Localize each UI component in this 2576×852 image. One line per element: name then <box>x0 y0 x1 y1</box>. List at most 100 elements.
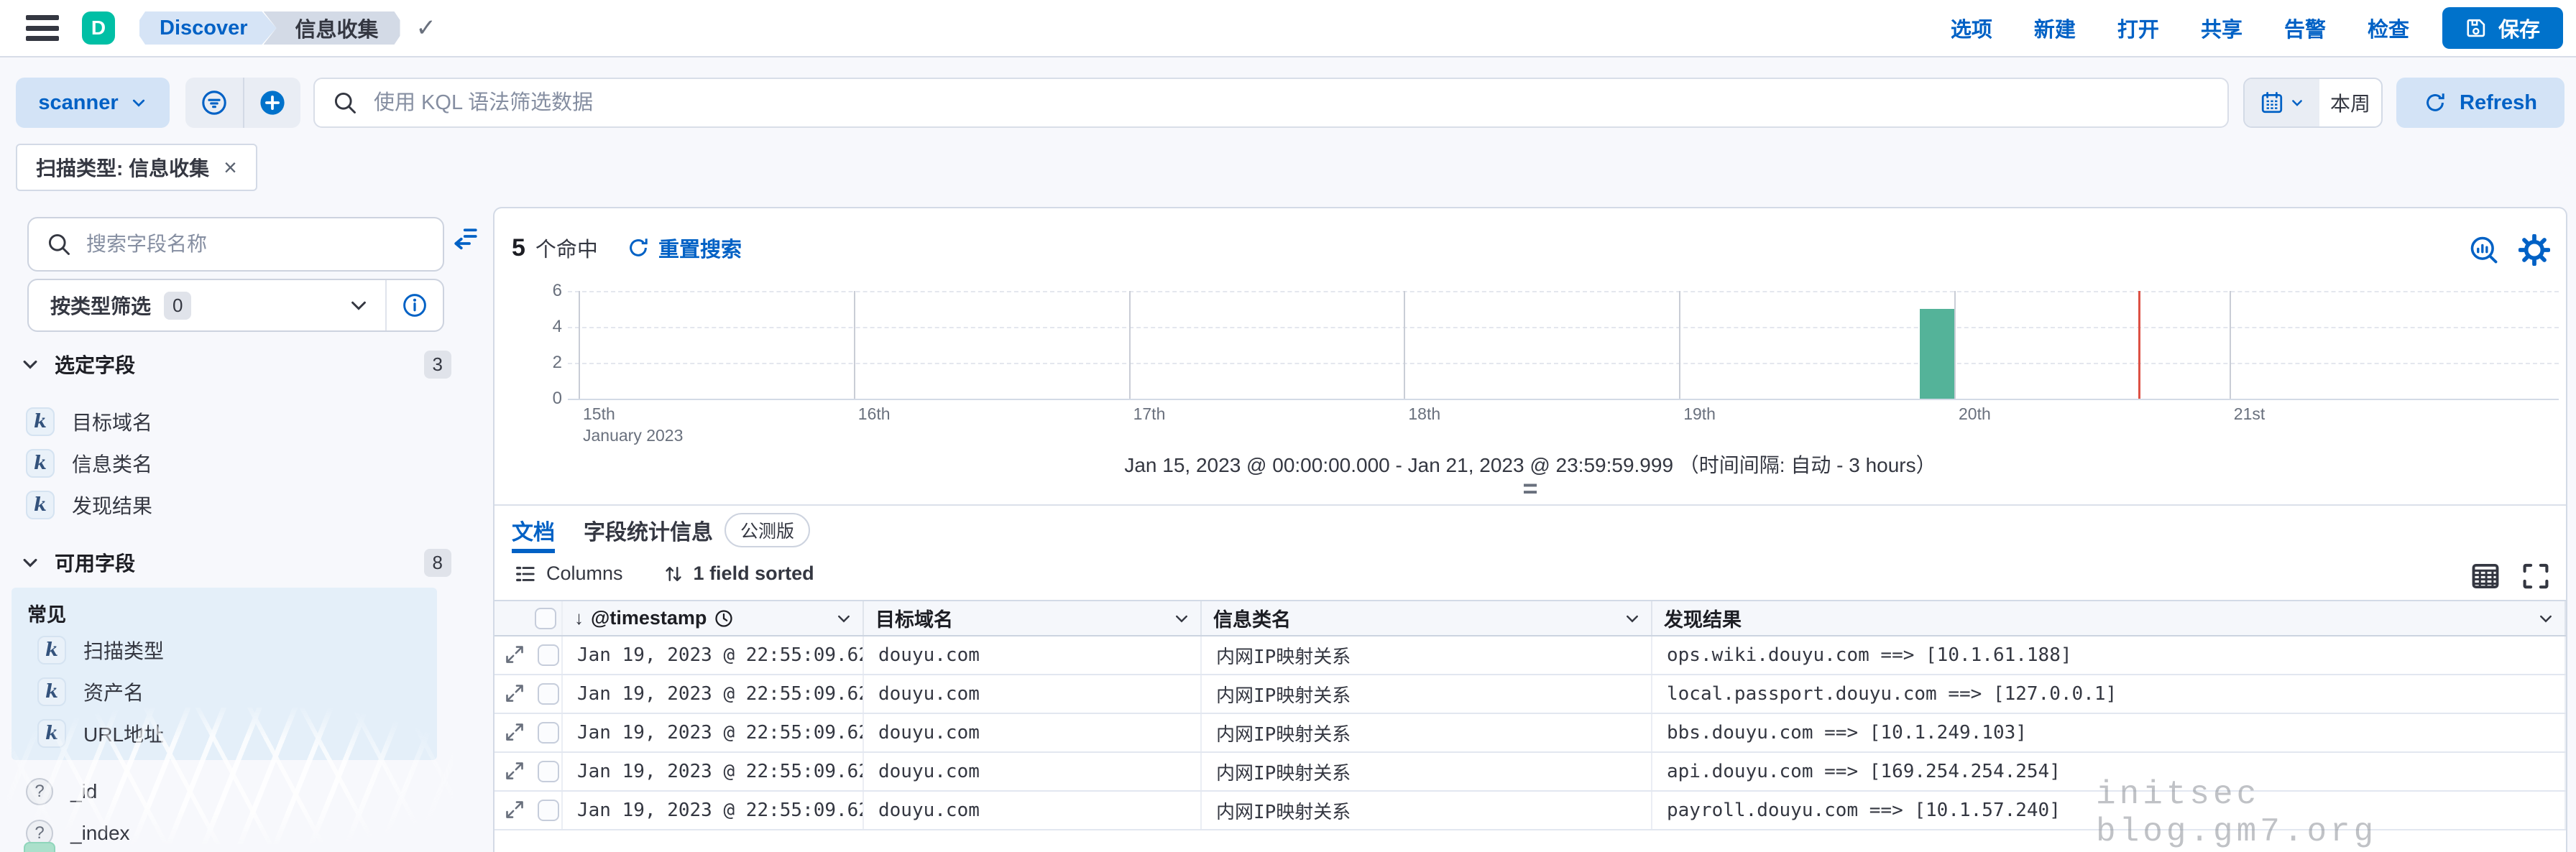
table-header-cell[interactable]: 信息类名 <box>1202 601 1652 635</box>
histogram-plot[interactable]: 0 2 4 6 15th January 2023 16th 17th 18th 19th 20th… <box>553 281 2559 445</box>
topbar-link-3[interactable]: 打开 <box>2117 13 2159 43</box>
tab-documents[interactable]: 文档 <box>512 513 555 553</box>
inspect-icon[interactable] <box>2468 234 2500 266</box>
refresh-icon <box>2424 91 2447 114</box>
row-checkbox[interactable] <box>538 644 559 666</box>
x-axis-tick-label: 15th <box>583 404 615 423</box>
filter-by-type-dropdown[interactable]: 按类型筛选 0 <box>27 279 444 332</box>
field-item[interactable]: k 扫描类型 <box>12 629 437 671</box>
refresh-button[interactable]: Refresh <box>2396 78 2564 128</box>
topbar-link-1[interactable]: 选项 <box>1951 13 1992 43</box>
field-item[interactable]: k 信息类名 <box>0 443 483 484</box>
hits-header: 5 个命中 重置搜索 <box>512 233 742 263</box>
column-label: 发现结果 <box>1664 609 1742 631</box>
cell-target-domain: douyu.com <box>864 714 1202 751</box>
hits-count: 5 <box>512 233 525 261</box>
remove-filter-icon[interactable]: × <box>224 154 237 181</box>
expand-document-icon[interactable] <box>503 721 526 744</box>
row-checkbox[interactable] <box>538 800 559 821</box>
tab-field-statistics[interactable]: 字段统计信息 公测版 <box>584 513 811 553</box>
columns-button[interactable]: Columns <box>510 562 627 585</box>
expand-document-icon[interactable] <box>503 799 526 822</box>
cell-info-type: 内网IP映射关系 <box>1202 714 1652 751</box>
selected-fields-count-badge: 3 <box>423 350 451 379</box>
table-header-cell[interactable]: 发现结果 <box>1652 601 2566 635</box>
fields-sidebar: 按类型筛选 0 选定字段 3 k目标域名k信息类名k发现结果 可用字段 8 常见… <box>0 205 483 852</box>
x-gridline <box>2229 291 2231 399</box>
cell-target-domain: douyu.com <box>864 675 1202 713</box>
breadcrumb-discover[interactable]: Discover <box>139 11 277 45</box>
chevron-down-icon <box>1627 615 1638 622</box>
sort-fields-button[interactable]: 1 field sorted <box>659 562 819 585</box>
add-filter-button[interactable] <box>243 78 300 128</box>
unknown-type-icon: ? <box>26 778 53 805</box>
cell-result: ops.wiki.douyu.com ==> [10.1.61.188] <box>1652 636 2566 674</box>
field-item[interactable]: k 目标域名 <box>0 401 483 443</box>
topbar-link-2[interactable]: 新建 <box>2034 13 2076 43</box>
time-range-label[interactable]: 本周 <box>2319 79 2381 126</box>
row-checkbox[interactable] <box>538 722 559 744</box>
row-controls-cell <box>494 636 563 674</box>
available-fields-header[interactable]: 可用字段 8 <box>0 545 483 580</box>
expand-document-icon[interactable] <box>503 760 526 783</box>
save-button[interactable]: 保存 <box>2442 7 2563 49</box>
x-axis-tick-label: 19th <box>1683 404 1716 423</box>
space-avatar[interactable]: D <box>82 11 115 45</box>
selected-fields-header[interactable]: 选定字段 3 <box>0 346 483 382</box>
table-header-row: ↓ @timestamp 目标域名 信息类名 发现结果 <box>494 601 2566 636</box>
breadcrumb: Discover 信息收集 ✓ <box>139 11 436 45</box>
data-view-picker[interactable]: scanner <box>16 78 170 128</box>
expand-document-icon[interactable] <box>503 644 526 667</box>
saved-query-menu-button[interactable] <box>185 78 243 128</box>
field-name: _index <box>70 822 130 844</box>
results-panel: 5 个命中 重置搜索 0 2 4 6 15th January 2023 16th 17th 1… <box>493 207 2567 852</box>
row-checkbox[interactable] <box>538 761 559 782</box>
table-header-cell[interactable]: 目标域名 <box>864 601 1202 635</box>
select-all-checkbox[interactable] <box>535 607 556 629</box>
y-gridline <box>568 363 2559 364</box>
tab-label: 字段统计信息 <box>584 521 713 545</box>
field-name: 扫描类型 <box>83 640 165 662</box>
breadcrumb-saved-search[interactable]: 信息收集 <box>264 11 400 45</box>
fullscreen-icon[interactable] <box>2520 560 2552 592</box>
info-icon[interactable] <box>387 292 443 318</box>
filter-pill[interactable]: 扫描类型: 信息收集 × <box>16 144 257 191</box>
row-checkbox[interactable] <box>538 683 559 705</box>
topbar-link-4[interactable]: 共享 <box>2201 13 2242 43</box>
top-navigation-bar: D Discover 信息收集 ✓ 选项 新建 打开 共享 告警 检查 保存 <box>0 0 2576 57</box>
field-item[interactable]: k 资产名 <box>12 671 437 713</box>
x-gridline <box>1404 291 1406 399</box>
plus-icon <box>259 89 286 116</box>
field-item[interactable]: k URL地址 <box>12 713 437 754</box>
topbar-link-6[interactable]: 检查 <box>2368 13 2409 43</box>
available-fields-count-badge: 8 <box>423 548 451 577</box>
list-icon <box>516 566 535 581</box>
filter-controls-group <box>185 78 300 128</box>
column-label: 目标域名 <box>875 609 953 631</box>
reset-search-link[interactable]: 重置搜索 <box>627 233 742 263</box>
quick-select-menu[interactable] <box>2245 79 2319 126</box>
cell-target-domain: douyu.com <box>864 753 1202 790</box>
collapse-sidebar-icon[interactable] <box>451 222 480 251</box>
resize-handle[interactable]: = <box>1522 476 1537 501</box>
y-gridline <box>568 327 2559 328</box>
chevron-down-icon <box>2540 615 2552 622</box>
field-item[interactable]: ? _index <box>0 812 483 852</box>
histogram-bar[interactable] <box>1920 309 1954 399</box>
topbar-link-5[interactable]: 告警 <box>2284 13 2326 43</box>
x-axis-tick-label: 20th <box>1959 404 1991 423</box>
x-gridline <box>1128 291 1131 399</box>
field-item[interactable]: k 发现结果 <box>0 484 483 526</box>
x-gridline <box>1954 291 1956 399</box>
table-header-cell[interactable]: ↓ @timestamp <box>563 601 864 635</box>
x-gridline <box>1679 291 1681 399</box>
y-gridline <box>568 291 2559 292</box>
menu-icon[interactable] <box>26 15 59 41</box>
field-item[interactable]: ? _id <box>0 771 483 812</box>
gear-icon[interactable] <box>2518 234 2550 266</box>
field-search-input[interactable] <box>85 232 426 256</box>
display-options-icon[interactable] <box>2470 560 2501 592</box>
watermark-text: initsec blog.gm7.org <box>2096 776 2378 851</box>
kql-search-input[interactable] <box>372 90 2210 116</box>
expand-document-icon[interactable] <box>503 682 526 705</box>
